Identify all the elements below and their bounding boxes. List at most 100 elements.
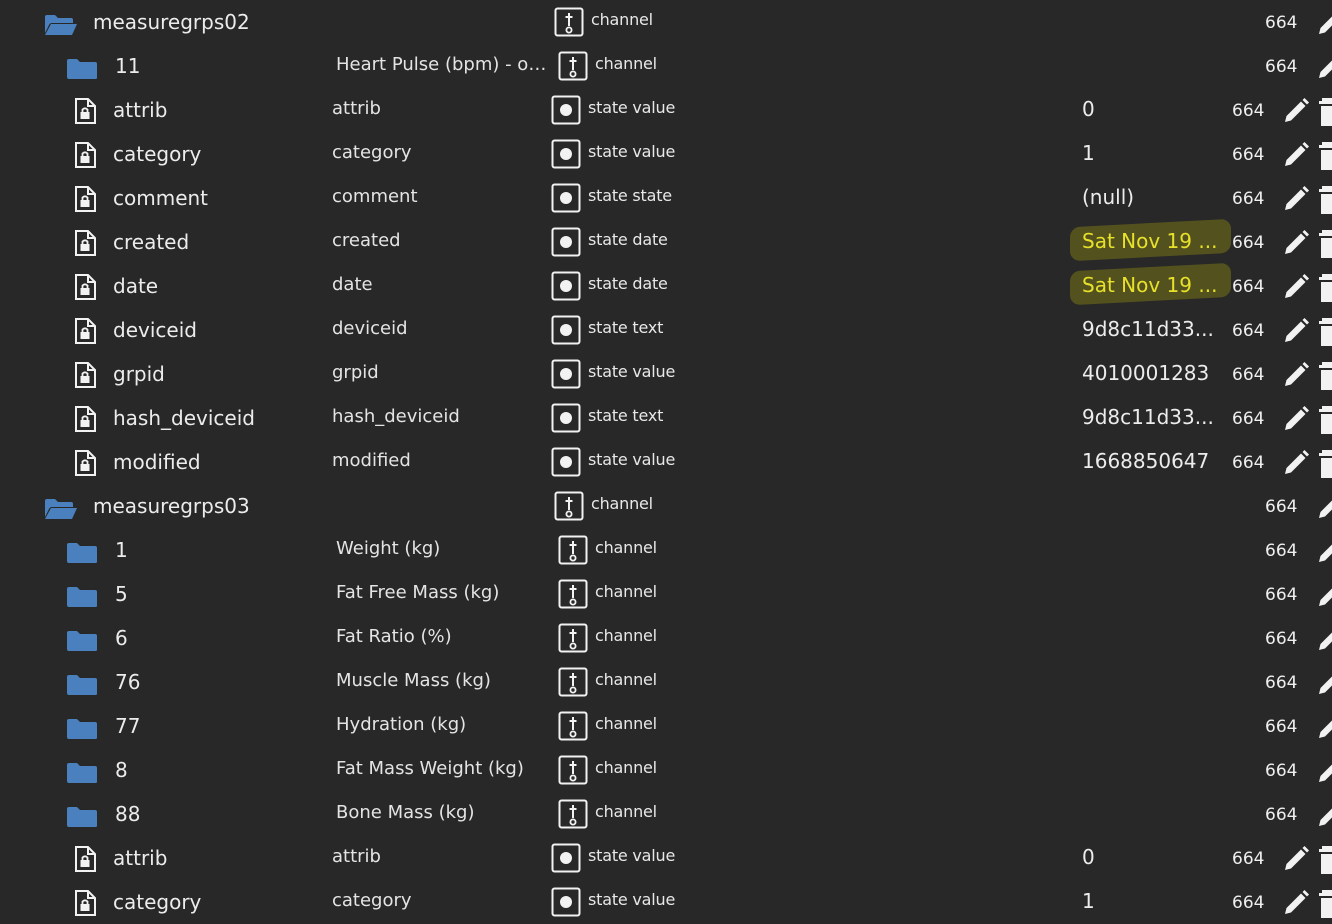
delete-trash-icon[interactable] <box>1316 141 1332 171</box>
state-icon <box>551 271 581 301</box>
file-lock-icon[interactable] <box>74 890 96 916</box>
edit-pencil-icon[interactable] <box>1282 405 1310 433</box>
edit-pencil-icon[interactable] <box>1316 537 1332 565</box>
state-value[interactable]: (null) <box>1082 185 1134 209</box>
edit-pencil-icon[interactable] <box>1316 493 1332 521</box>
folder-row[interactable]: 11 Heart Pulse (bpm) - onl... channel 664 <box>0 44 1332 88</box>
edit-pencil-icon[interactable] <box>1316 9 1332 37</box>
edit-pencil-icon[interactable] <box>1282 317 1310 345</box>
file-lock-icon[interactable] <box>74 318 96 344</box>
file-lock-icon[interactable] <box>74 450 96 476</box>
folder-row[interactable]: measuregrps03 channel 664 <box>0 484 1332 528</box>
folder-icon[interactable] <box>66 674 98 696</box>
file-lock-icon[interactable] <box>74 846 96 872</box>
edit-pencil-icon[interactable] <box>1316 53 1332 81</box>
state-row[interactable]: attrib attrib state value 0 664 <box>0 836 1332 880</box>
file-lock-icon[interactable] <box>74 274 96 300</box>
edit-pencil-icon[interactable] <box>1316 713 1332 741</box>
object-name: created <box>113 230 190 254</box>
folder-row[interactable]: measuregrps02 channel 664 <box>0 0 1332 44</box>
folder-open-icon[interactable] <box>44 498 77 520</box>
state-row[interactable]: modified modified state value 1668850647 664 <box>0 440 1332 484</box>
state-value[interactable]: 9d8c11d33... <box>1082 317 1214 341</box>
state-value[interactable]: Sat Nov 19 ... <box>1082 273 1217 297</box>
state-value[interactable]: 0 <box>1082 97 1095 121</box>
state-value[interactable]: 1668850647 <box>1082 449 1209 473</box>
folder-row[interactable]: 5 Fat Free Mass (kg) channel 664 <box>0 572 1332 616</box>
state-row[interactable]: created created state date Sat Nov 19 ... 66… <box>0 220 1332 264</box>
object-type: channel <box>591 10 653 29</box>
edit-pencil-icon[interactable] <box>1282 449 1310 477</box>
permissions: 664 <box>1232 409 1265 429</box>
edit-pencil-icon[interactable] <box>1316 757 1332 785</box>
delete-trash-icon[interactable] <box>1316 361 1332 391</box>
object-type: state date <box>588 230 668 249</box>
object-name: category <box>113 142 202 166</box>
permissions: 664 <box>1232 893 1265 913</box>
folder-row[interactable]: 1 Weight (kg) channel 664 <box>0 528 1332 572</box>
delete-trash-icon[interactable] <box>1316 229 1332 259</box>
state-icon <box>551 887 581 917</box>
state-row[interactable]: category category state value 1 664 <box>0 880 1332 924</box>
delete-trash-icon[interactable] <box>1316 405 1332 435</box>
edit-pencil-icon[interactable] <box>1282 185 1310 213</box>
delete-trash-icon[interactable] <box>1316 185 1332 215</box>
edit-pencil-icon[interactable] <box>1282 889 1310 917</box>
folder-icon[interactable] <box>66 630 98 652</box>
folder-icon[interactable] <box>66 806 98 828</box>
edit-pencil-icon[interactable] <box>1282 141 1310 169</box>
permissions: 664 <box>1265 585 1298 605</box>
state-row[interactable]: category category state value 1 664 <box>0 132 1332 176</box>
folder-row[interactable]: 76 Muscle Mass (kg) channel 664 <box>0 660 1332 704</box>
folder-icon[interactable] <box>66 586 98 608</box>
delete-trash-icon[interactable] <box>1316 889 1332 919</box>
folder-icon[interactable] <box>66 542 98 564</box>
permissions: 664 <box>1265 541 1298 561</box>
object-description: category <box>332 142 412 163</box>
state-value[interactable]: 4010001283 <box>1082 361 1209 385</box>
state-row[interactable]: deviceid deviceid state text 9d8c11d33... 66… <box>0 308 1332 352</box>
folder-icon[interactable] <box>66 762 98 784</box>
state-value[interactable]: 0 <box>1082 845 1095 869</box>
file-lock-icon[interactable] <box>74 406 96 432</box>
state-value[interactable]: 1 <box>1082 141 1095 165</box>
state-row[interactable]: comment comment state state (null) 664 <box>0 176 1332 220</box>
delete-trash-icon[interactable] <box>1316 845 1332 875</box>
edit-pencil-icon[interactable] <box>1316 801 1332 829</box>
edit-pencil-icon[interactable] <box>1316 669 1332 697</box>
folder-icon[interactable] <box>66 58 98 80</box>
file-lock-icon[interactable] <box>74 142 96 168</box>
state-value[interactable]: 9d8c11d33... <box>1082 405 1214 429</box>
delete-trash-icon[interactable] <box>1316 97 1332 127</box>
folder-icon[interactable] <box>66 718 98 740</box>
delete-trash-icon[interactable] <box>1316 273 1332 303</box>
folder-row[interactable]: 77 Hydration (kg) channel 664 <box>0 704 1332 748</box>
edit-pencil-icon[interactable] <box>1282 273 1310 301</box>
state-row[interactable]: hash_deviceid hash_deviceid state text 9d8c… <box>0 396 1332 440</box>
edit-pencil-icon[interactable] <box>1282 97 1310 125</box>
file-lock-icon[interactable] <box>74 230 96 256</box>
edit-pencil-icon[interactable] <box>1282 845 1310 873</box>
state-row[interactable]: attrib attrib state value 0 664 <box>0 88 1332 132</box>
state-value[interactable]: Sat Nov 19 ... <box>1082 229 1217 253</box>
edit-pencil-icon[interactable] <box>1282 361 1310 389</box>
file-lock-icon[interactable] <box>74 98 96 124</box>
file-lock-icon[interactable] <box>74 186 96 212</box>
edit-pencil-icon[interactable] <box>1282 229 1310 257</box>
folder-row[interactable]: 8 Fat Mass Weight (kg) channel 664 <box>0 748 1332 792</box>
object-type: channel <box>595 714 657 733</box>
edit-pencil-icon[interactable] <box>1316 625 1332 653</box>
object-description: Fat Ratio (%) <box>336 626 452 647</box>
file-lock-icon[interactable] <box>74 362 96 388</box>
object-name: date <box>113 274 159 298</box>
delete-trash-icon[interactable] <box>1316 317 1332 347</box>
permissions: 664 <box>1265 761 1298 781</box>
delete-trash-icon[interactable] <box>1316 449 1332 479</box>
state-row[interactable]: date date state date Sat Nov 19 ... 664 <box>0 264 1332 308</box>
state-row[interactable]: grpid grpid state value 4010001283 664 <box>0 352 1332 396</box>
state-value[interactable]: 1 <box>1082 889 1095 913</box>
folder-row[interactable]: 88 Bone Mass (kg) channel 664 <box>0 792 1332 836</box>
folder-row[interactable]: 6 Fat Ratio (%) channel 664 <box>0 616 1332 660</box>
folder-open-icon[interactable] <box>44 14 77 36</box>
edit-pencil-icon[interactable] <box>1316 581 1332 609</box>
